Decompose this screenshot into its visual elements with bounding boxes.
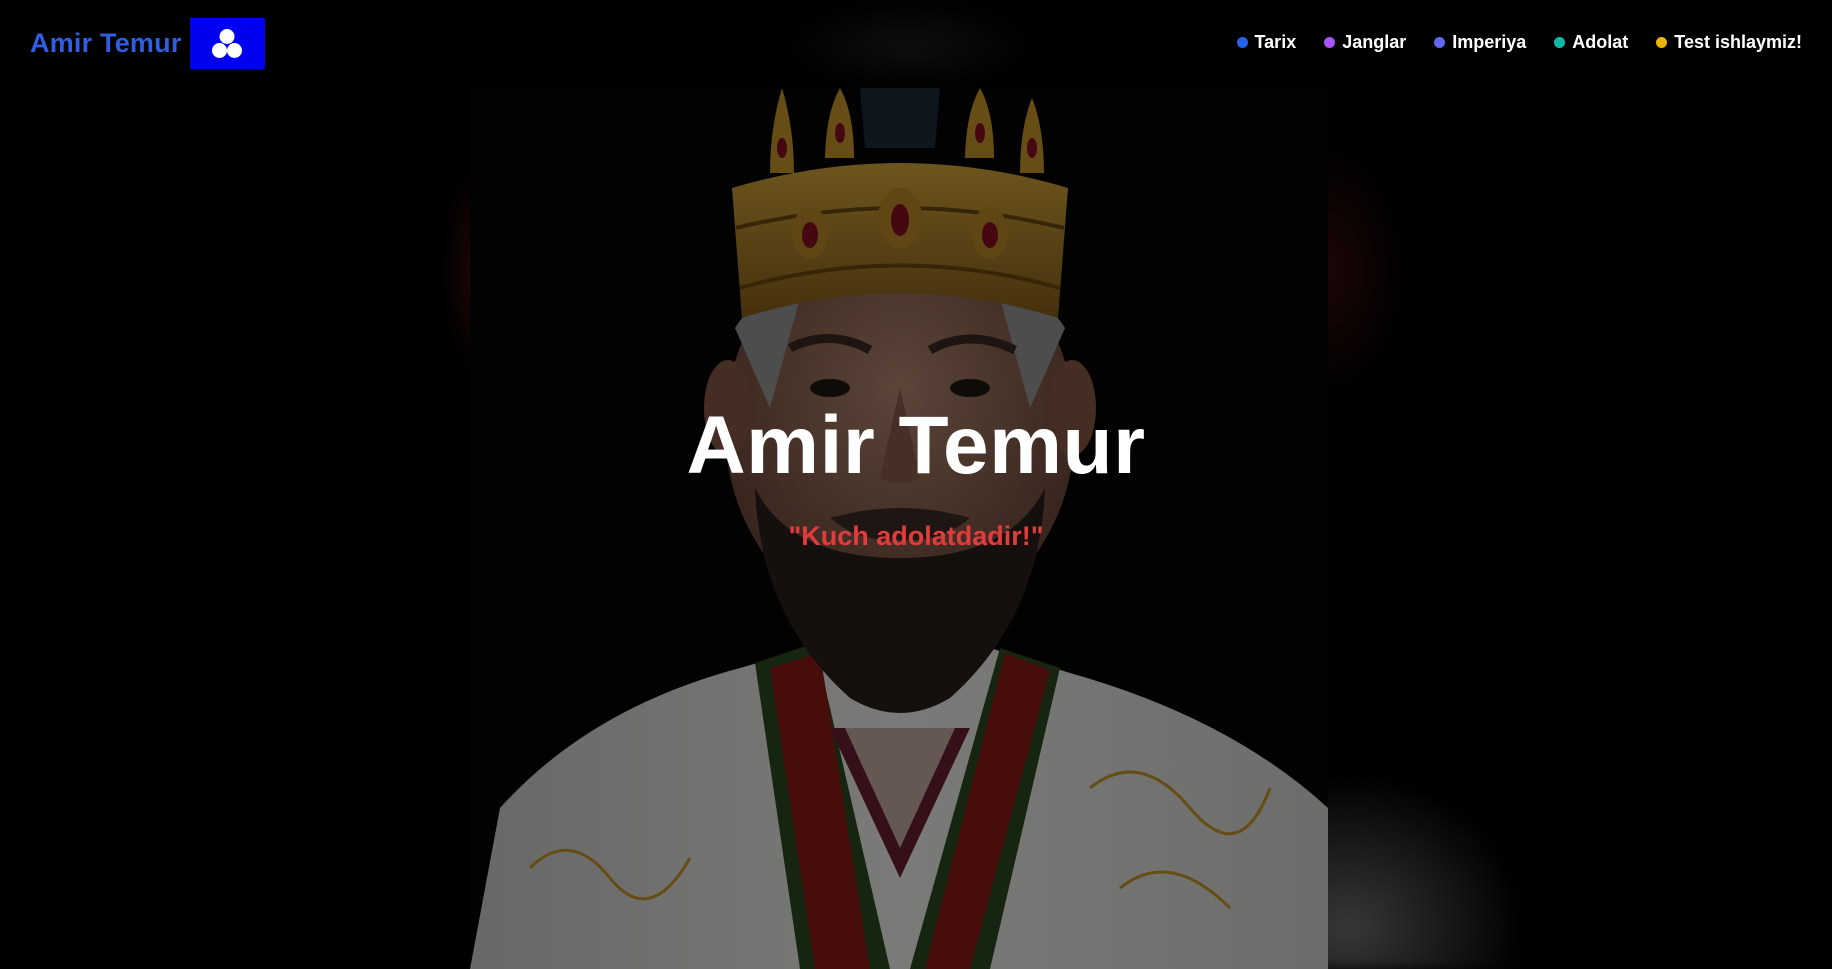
nav-item-label: Test ishlaymiz! [1674,32,1802,52]
background-glow-right [1328,140,1408,400]
main-nav: Tarix Janglar Imperiya Adolat Test ishla… [1236,32,1802,53]
background-cloth [1300,760,1540,969]
brand-logo[interactable] [189,18,265,69]
brand-title[interactable]: Amir Temur [30,28,182,59]
bullet-dot-icon [1236,37,1248,48]
bullet-dot-icon [1434,37,1446,48]
page: Amir Temur Tarix Janglar Imperiya Adolat… [0,0,1832,969]
nav-item-test[interactable]: Test ishlaymiz! [1656,32,1802,53]
hero-section: Amir Temur "Kuch adolatdadir!" [0,405,1832,552]
three-circles-icon [212,28,243,58]
site-header: Amir Temur Tarix Janglar Imperiya Adolat… [0,0,1832,88]
nav-item-janglar[interactable]: Janglar [1324,32,1406,53]
bullet-dot-icon [1554,37,1566,48]
nav-item-imperiya[interactable]: Imperiya [1434,32,1526,53]
nav-item-adolat[interactable]: Adolat [1554,32,1628,53]
brand[interactable]: Amir Temur [30,18,265,69]
bullet-dot-icon [1656,37,1668,48]
hero-title: Amir Temur [686,400,1146,491]
nav-item-label: Tarix [1254,32,1297,52]
nav-item-label: Imperiya [1452,32,1527,52]
nav-item-label: Janglar [1342,32,1407,52]
nav-item-tarix[interactable]: Tarix [1236,32,1297,53]
nav-item-label: Adolat [1572,32,1629,52]
bullet-dot-icon [1324,37,1336,48]
hero-quote: "Kuch adolatdadir!" [788,521,1044,551]
